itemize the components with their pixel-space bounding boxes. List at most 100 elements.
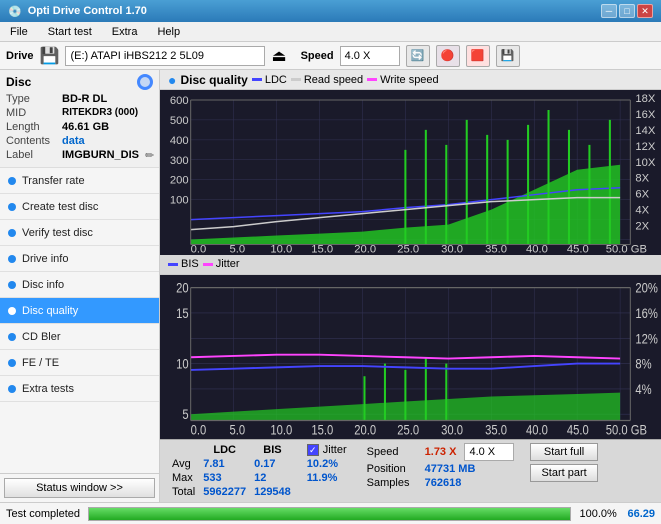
nav-transfer-rate[interactable]: Transfer rate xyxy=(0,168,159,194)
drive-icon: 💾 xyxy=(40,46,60,66)
titlebar-controls[interactable]: ─ □ ✕ xyxy=(601,4,653,18)
svg-text:4X: 4X xyxy=(635,205,649,217)
nav-extra-tests[interactable]: Extra tests xyxy=(0,376,159,402)
disc-length-val: 46.61 GB xyxy=(62,121,109,133)
col-ldc: LDC xyxy=(199,443,250,457)
samples-val: 762618 xyxy=(425,477,462,489)
chart2-svg: 20 15 10 5 20% 16% 12% 8% 4% 0.0 5.0 10.… xyxy=(160,275,661,440)
progress-speed: 66.29 xyxy=(627,508,655,520)
svg-text:6X: 6X xyxy=(635,189,649,201)
legend-jitter: Jitter xyxy=(203,258,240,270)
disc-header: Disc xyxy=(6,74,153,90)
legend-write-speed: Write speed xyxy=(367,74,439,86)
svg-text:300: 300 xyxy=(170,155,189,167)
chart1-wrapper: 600 500 400 300 200 100 18X 16X 14X 12X … xyxy=(160,90,661,255)
svg-text:50.0 GB: 50.0 GB xyxy=(606,422,647,437)
disc-mid-row: MID RITEKDR3 (000) xyxy=(6,106,153,120)
svg-text:5.0: 5.0 xyxy=(230,244,246,255)
svg-text:30.0: 30.0 xyxy=(441,422,463,437)
nav-disc-info[interactable]: Disc info xyxy=(0,272,159,298)
max-jitter: 11.9% xyxy=(303,471,351,485)
svg-text:5: 5 xyxy=(182,407,188,422)
right-panel: ● Disc quality LDC Read speed Write spee… xyxy=(160,70,661,502)
stats-table: LDC BIS ✓ Jitter Avg 7.81 xyxy=(168,443,351,499)
nav-dot xyxy=(8,385,16,393)
max-ldc: 533 xyxy=(199,471,250,485)
svg-text:20%: 20% xyxy=(635,280,657,295)
disc-contents-val: data xyxy=(62,135,85,147)
drivebar: Drive 💾 (E:) ATAPI iHBS212 2 5L09 ⏏ Spee… xyxy=(0,42,661,70)
speed-info: Speed 1.73 X 4.0 X Position 47731 MB Sam… xyxy=(367,443,515,489)
nav-dot xyxy=(8,203,16,211)
disc-length-row: Length 46.61 GB xyxy=(6,120,153,134)
legend-bis: BIS xyxy=(168,258,199,270)
total-ldc: 5962277 xyxy=(199,485,250,499)
speed-speed-val: 1.73 X xyxy=(425,446,457,458)
svg-text:600: 600 xyxy=(170,95,189,107)
nav-fe-te[interactable]: FE / TE xyxy=(0,350,159,376)
nav-cd-bler[interactable]: CD Bler xyxy=(0,324,159,350)
jitter-section: ✓ Jitter xyxy=(307,444,347,456)
svg-text:20.0: 20.0 xyxy=(354,422,376,437)
left-panel: Disc Type BD-R DL MID RITEKDR3 (000) Len… xyxy=(0,70,160,502)
menu-file[interactable]: File xyxy=(4,24,34,40)
menu-extra[interactable]: Extra xyxy=(106,24,144,40)
save-button[interactable]: 💾 xyxy=(496,45,520,67)
jitter-label: Jitter xyxy=(323,444,347,456)
disc-label-key: Label xyxy=(6,149,58,162)
maximize-button[interactable]: □ xyxy=(619,4,635,18)
drive-select[interactable]: (E:) ATAPI iHBS212 2 5L09 xyxy=(65,46,265,66)
avg-label: Avg xyxy=(168,457,199,471)
nav-disc-quality[interactable]: Disc quality xyxy=(0,298,159,324)
speed-select[interactable]: 4.0 X xyxy=(340,46,400,66)
speed-dropdown[interactable]: 4.0 X xyxy=(464,443,514,461)
status-window-button[interactable]: Status window >> xyxy=(4,478,155,498)
progress-bar-fill xyxy=(89,508,570,520)
button3[interactable]: 🟥 xyxy=(466,45,490,67)
edit-icon[interactable]: ✏ xyxy=(145,149,154,162)
progress-percent: 100.0% xyxy=(579,508,619,520)
nav-create-test-disc[interactable]: Create test disc xyxy=(0,194,159,220)
svg-text:12%: 12% xyxy=(635,331,657,346)
minimize-button[interactable]: ─ xyxy=(601,4,617,18)
menubar: File Start test Extra Help xyxy=(0,22,661,42)
app-icon: 💿 xyxy=(8,5,22,18)
disc-type-key: Type xyxy=(6,93,58,105)
svg-text:15.0: 15.0 xyxy=(311,244,333,255)
disc-length-key: Length xyxy=(6,121,58,133)
total-label: Total xyxy=(168,485,199,499)
svg-text:8X: 8X xyxy=(635,173,649,185)
jitter-checkbox[interactable]: ✓ xyxy=(307,444,319,456)
test-completed-label: Test completed xyxy=(6,508,80,520)
legend-ldc: LDC xyxy=(252,74,287,86)
svg-text:45.0: 45.0 xyxy=(567,244,589,255)
disc-contents-row: Contents data xyxy=(6,134,153,148)
legend-read-dot xyxy=(291,78,301,81)
button2[interactable]: 🔴 xyxy=(436,45,460,67)
nav-dot xyxy=(8,333,16,341)
progress-area: Test completed 100.0% 66.29 xyxy=(0,502,661,524)
svg-text:30.0: 30.0 xyxy=(441,244,463,255)
speed-row3: Samples 762618 xyxy=(367,477,515,489)
nav-drive-info[interactable]: Drive info xyxy=(0,246,159,272)
svg-text:12X: 12X xyxy=(635,141,656,153)
nav-dot xyxy=(8,229,16,237)
avg-jitter: 10.2% xyxy=(303,457,351,471)
legend-jitter-dot xyxy=(203,263,213,266)
svg-text:18X: 18X xyxy=(635,93,656,105)
eject-icon[interactable]: ⏏ xyxy=(271,46,286,66)
menu-start-test[interactable]: Start test xyxy=(42,24,98,40)
nav-dot xyxy=(8,177,16,185)
svg-text:10.0: 10.0 xyxy=(270,244,292,255)
close-button[interactable]: ✕ xyxy=(637,4,653,18)
avg-ldc: 7.81 xyxy=(199,457,250,471)
menu-help[interactable]: Help xyxy=(151,24,186,40)
svg-text:0.0: 0.0 xyxy=(191,422,207,437)
start-part-button[interactable]: Start part xyxy=(530,464,597,482)
disc-section: Disc Type BD-R DL MID RITEKDR3 (000) Len… xyxy=(0,70,159,168)
svg-text:40.0: 40.0 xyxy=(526,422,548,437)
chart1-title: Disc quality xyxy=(180,73,247,87)
refresh-button[interactable]: 🔄 xyxy=(406,45,430,67)
start-full-button[interactable]: Start full xyxy=(530,443,597,461)
nav-verify-test-disc[interactable]: Verify test disc xyxy=(0,220,159,246)
